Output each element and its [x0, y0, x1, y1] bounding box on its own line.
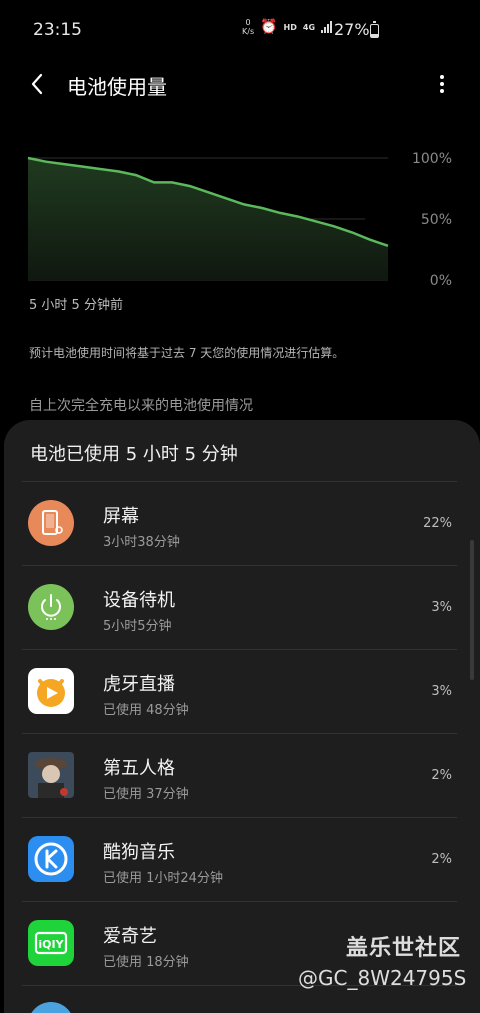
panel-title: 电池已使用 5 小时 5 分钟 [30, 444, 238, 465]
list-item[interactable]: 酷狗音乐 已使用 1小时24分钟 2% [4, 818, 480, 902]
section-title: 自上次完全充电以来的电池使用情况 [29, 398, 253, 414]
app-usage-time: 已使用 18分钟 [103, 955, 189, 970]
app-name: 爱奇艺 [103, 926, 157, 947]
watermark-user: @GC_8W24795S [298, 966, 467, 990]
page-title: 电池使用量 [67, 75, 167, 99]
chevron-left-icon [31, 73, 43, 95]
list-item[interactable]: 虎牙直播 已使用 48分钟 3% [4, 650, 480, 734]
battery-chart: 100% 50% 0% [27, 151, 452, 289]
app-percent: 3% [431, 684, 452, 699]
app-name: 酷狗音乐 [103, 842, 175, 863]
svg-text:iQIY: iQIY [38, 938, 64, 951]
app-name: 设备待机 [103, 590, 175, 611]
app-usage-time: 已使用 37分钟 [103, 787, 189, 802]
iqiyi-icon: iQIY [28, 920, 74, 966]
app-list: 屏幕 3小时38分钟 22% 设备待机 5小时5分钟 3% 虎牙直播 已使用 4… [4, 482, 480, 986]
status-time: 23:15 [33, 20, 82, 40]
y-tick-label: 0% [430, 273, 452, 289]
list-item[interactable]: 屏幕 3小时38分钟 22% [4, 482, 480, 566]
identity-v-icon [28, 752, 74, 798]
back-button[interactable] [26, 70, 50, 98]
y-tick-label: 100% [412, 151, 452, 167]
status-icons: 0 K/s ⏰ HD 4G [242, 18, 333, 36]
chart-start-caption: 5 小时 5 分钟前 [29, 298, 123, 313]
app-name: 屏幕 [103, 506, 139, 527]
watermark-site: 盖乐世社区 [346, 936, 462, 961]
app-percent: 2% [431, 852, 452, 867]
app-usage-time: 已使用 48分钟 [103, 703, 189, 718]
more-options-button[interactable] [430, 70, 454, 98]
app-usage-time: 已使用 1小时24分钟 [103, 871, 223, 886]
battery-fill [371, 33, 378, 37]
screen-icon [28, 500, 74, 546]
app-name: 虎牙直播 [103, 674, 175, 695]
scrollbar[interactable] [470, 540, 474, 680]
app-percent: 22% [423, 516, 452, 531]
app-usage-time: 3小时38分钟 [103, 535, 180, 550]
kugou-icon [28, 836, 74, 882]
app-percent: 3% [431, 600, 452, 615]
usage-panel[interactable]: 电池已使用 5 小时 5 分钟 屏幕 3小时38分钟 22% 设备待机 5小时5… [4, 420, 480, 1013]
app-percent: 2% [431, 768, 452, 783]
huya-icon [28, 668, 74, 714]
y-tick-label: 50% [421, 212, 452, 228]
app-name: 第五人格 [103, 758, 175, 779]
list-item[interactable]: 设备待机 5小时5分钟 3% [4, 566, 480, 650]
list-item[interactable]: 第五人格 已使用 37分钟 2% [4, 734, 480, 818]
battery-usage-page: 23:15 0 K/s ⏰ HD 4G 27% 电池使用量 100% 50% 0… [0, 0, 480, 1013]
hd-icon: HD [283, 22, 297, 32]
battery-icon [370, 21, 379, 38]
estimate-note: 预计电池使用时间将基于过去 7 天您的使用情况进行估算。 [29, 346, 345, 360]
net-speed: 0 K/s [242, 18, 255, 36]
power-icon [28, 584, 74, 630]
signal-icon [321, 21, 333, 33]
alarm-icon: ⏰ [260, 19, 278, 35]
more-vertical-icon [440, 75, 444, 93]
status-bar: 23:15 0 K/s ⏰ HD 4G 27% [0, 0, 480, 60]
network-icon: 4G [302, 22, 316, 32]
battery-percent: 27% [334, 20, 370, 39]
app-usage-time: 5小时5分钟 [103, 619, 172, 634]
